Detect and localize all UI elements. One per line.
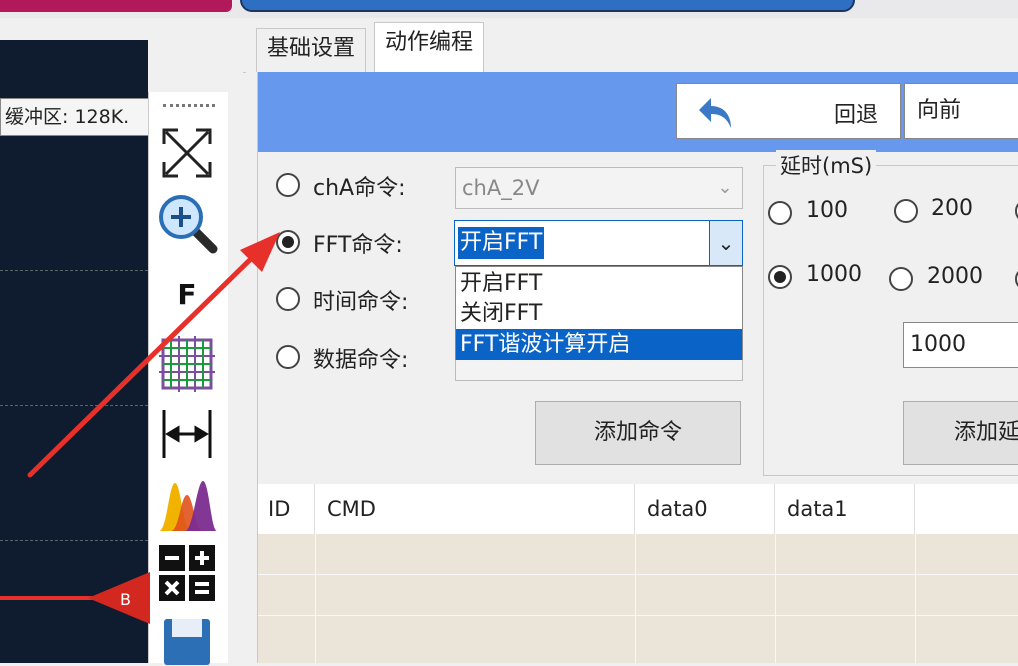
marker-b-triangle xyxy=(88,572,150,624)
marker-b-label: B xyxy=(120,590,131,609)
annotation-arrow-shaft xyxy=(27,245,265,478)
annotation-overlay: B xyxy=(0,232,280,624)
